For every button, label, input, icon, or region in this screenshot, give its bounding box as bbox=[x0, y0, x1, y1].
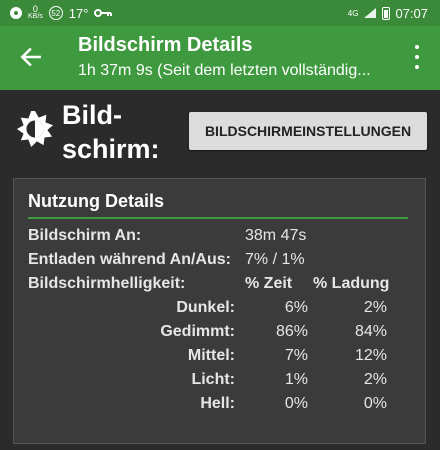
screen-label: Bild- schirm: bbox=[62, 100, 160, 164]
brightness-row-time: 7% bbox=[284, 347, 308, 364]
temperature: 17° bbox=[68, 5, 89, 21]
brightness-row-time: 1% bbox=[284, 371, 308, 388]
back-arrow-icon[interactable] bbox=[18, 44, 44, 70]
usage-details-card: Nutzung Details Bildschirm An: 38m 47s E… bbox=[13, 178, 426, 444]
brightness-row-label: Gedimmt: bbox=[160, 323, 235, 340]
clock: 07:07 bbox=[395, 5, 428, 21]
discharge-label: Entladen während An/Aus: bbox=[28, 251, 231, 268]
brightness-row-charge: 0% bbox=[363, 395, 387, 412]
status-bar: 0 KB/s 52 17° 4G 07:07 bbox=[0, 0, 440, 26]
key-icon bbox=[94, 9, 113, 17]
net-speed: 0 KB/s bbox=[28, 4, 43, 21]
brightness-row-charge: 2% bbox=[363, 371, 387, 388]
brightness-row-charge: 2% bbox=[363, 299, 387, 316]
signal-icon bbox=[364, 8, 377, 18]
network-type: 4G bbox=[347, 8, 359, 18]
overflow-menu-icon[interactable] bbox=[414, 45, 420, 69]
col-header-time: % Zeit bbox=[245, 275, 293, 292]
brightness-icon bbox=[16, 110, 54, 148]
brightness-row-time: 0% bbox=[284, 395, 308, 412]
brightness-row-label: Dunkel: bbox=[176, 299, 235, 316]
brightness-row-label: Hell: bbox=[200, 395, 235, 412]
brightness-row-time: 6% bbox=[284, 299, 308, 316]
brightness-row-label: Licht: bbox=[191, 371, 235, 388]
page-title: Bildschirm Details bbox=[78, 34, 253, 56]
page-subtitle: 1h 37m 9s (Seit dem letzten vollständig.… bbox=[78, 62, 371, 79]
record-icon bbox=[10, 7, 22, 19]
battery-icon bbox=[382, 6, 391, 20]
brightness-row-charge: 84% bbox=[354, 323, 387, 340]
brightness-row-time: 86% bbox=[275, 323, 308, 340]
app-bar: Bildschirm Details 1h 37m 9s (Seit dem l… bbox=[0, 26, 440, 90]
notification-badge-icon: 52 bbox=[48, 6, 63, 20]
card-title: Nutzung Details bbox=[28, 191, 165, 211]
screen-settings-button[interactable]: BILDSCHIRMEINSTELLUNGEN bbox=[189, 112, 427, 150]
col-header-charge: % Ladung bbox=[313, 275, 390, 292]
screen-on-value: 38m 47s bbox=[245, 227, 307, 244]
brightness-label: Bildschirmhelligkeit: bbox=[28, 275, 186, 292]
screen-on-label: Bildschirm An: bbox=[28, 227, 142, 244]
card-divider bbox=[28, 217, 408, 219]
brightness-row-label: Mittel: bbox=[187, 347, 235, 364]
discharge-value: 7% / 1% bbox=[245, 251, 305, 268]
brightness-row-charge: 12% bbox=[354, 347, 387, 364]
